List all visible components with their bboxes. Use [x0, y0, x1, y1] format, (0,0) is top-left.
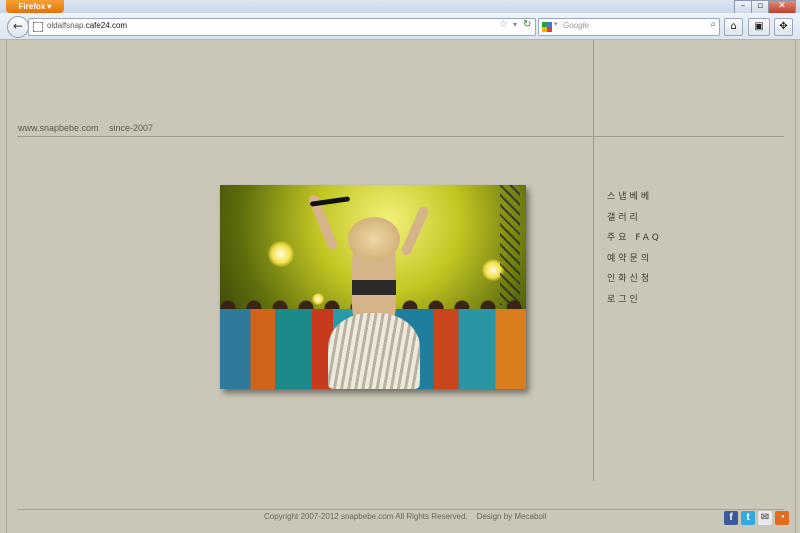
- web-page: www.snapbebe.com since-2007 스냅베베 갤러리 주요 …: [6, 40, 796, 533]
- header-divider: [17, 136, 784, 137]
- close-window-button[interactable]: ✕: [768, 0, 796, 14]
- rss-icon[interactable]: ◔: [775, 511, 789, 525]
- dancer-arm: [399, 205, 431, 257]
- browser-titlebar: Firefox ▾ – ▫ ✕: [0, 0, 800, 14]
- firefox-menu-button[interactable]: Firefox ▾: [6, 0, 64, 13]
- search-input[interactable]: Google: [563, 21, 589, 30]
- dancer-skirt: [328, 313, 420, 389]
- minimize-button[interactable]: –: [734, 0, 752, 14]
- engine-dropdown-icon[interactable]: ▾: [554, 20, 558, 28]
- facebook-icon[interactable]: f: [724, 511, 738, 525]
- mail-icon[interactable]: ✉: [758, 511, 772, 525]
- menu-item-faq[interactable]: 주요 FAQ: [607, 228, 662, 249]
- addon-button[interactable]: ▣: [748, 18, 770, 36]
- extension-button[interactable]: ✥: [774, 18, 793, 36]
- addon-icon: ▣: [754, 21, 764, 32]
- navigation-toolbar: ← oldalfsnap.cafe24.com ☆ ▾ ↻ ▾ Google ⌕…: [0, 13, 800, 40]
- reload-icon[interactable]: ↻: [523, 19, 531, 30]
- menu-item-login[interactable]: 로그인: [607, 290, 662, 311]
- back-arrow-icon: ←: [12, 19, 24, 33]
- menu-item-gallery[interactable]: 갤러리: [607, 208, 662, 229]
- stage-light: [268, 241, 294, 267]
- twitter-icon[interactable]: t: [741, 511, 755, 525]
- home-icon: ⌂: [730, 21, 737, 32]
- side-menu: 스냅베베 갤러리 주요 FAQ 예약문의 인화신청 로그인: [607, 187, 662, 310]
- vertical-divider: [593, 40, 594, 481]
- site-identity-icon[interactable]: [33, 22, 43, 32]
- featured-photo: [220, 185, 526, 389]
- maximize-button[interactable]: ▫: [751, 0, 769, 14]
- design-credit: Design by Mecaboil: [476, 512, 547, 521]
- site-url-label[interactable]: www.snapbebe.com: [18, 123, 99, 133]
- stage-rig: [500, 185, 520, 305]
- search-engine-icon[interactable]: [542, 22, 552, 32]
- copyright-text: Copyright 2007-2012 snapbebe.com All Rig…: [264, 512, 468, 521]
- search-bar[interactable]: ▾ Google ⌕: [538, 18, 720, 36]
- dancer-hair: [348, 217, 400, 261]
- url-domain-prefix: oldalfsnap.: [47, 21, 86, 30]
- menu-item-snapbebe[interactable]: 스냅베베: [607, 187, 662, 208]
- extension-icon: ✥: [779, 21, 788, 32]
- since-label: since-2007: [109, 123, 154, 133]
- history-dropdown-icon[interactable]: ▾: [513, 20, 517, 29]
- footer-text: Copyright 2007-2012 snapbebe.com All Rig…: [264, 512, 546, 521]
- back-button[interactable]: ←: [7, 16, 29, 38]
- home-button[interactable]: ⌂: [724, 18, 743, 36]
- menu-item-print-request[interactable]: 인화신청: [607, 269, 662, 290]
- bookmark-star-icon[interactable]: ☆: [499, 19, 508, 30]
- menu-item-reservation[interactable]: 예약문의: [607, 249, 662, 270]
- url-domain-main: cafe24.com: [85, 21, 128, 30]
- firefox-menu-label: Firefox: [18, 2, 46, 11]
- footer-divider: [17, 509, 784, 510]
- url-text[interactable]: oldalfsnap.cafe24.com: [47, 21, 127, 30]
- search-magnifier-icon[interactable]: ⌕: [710, 19, 716, 30]
- url-bar[interactable]: oldalfsnap.cafe24.com ☆ ▾ ↻: [28, 18, 536, 36]
